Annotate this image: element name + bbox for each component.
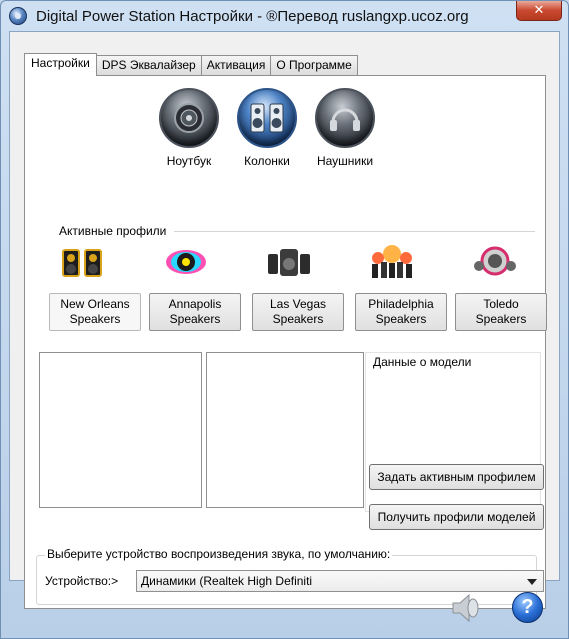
close-button[interactable]: ✕ [516, 1, 562, 21]
jazz-speakers-icon [59, 244, 107, 280]
mode-label: Наушники [316, 154, 374, 168]
profile-label-line2: Speakers [69, 312, 121, 326]
device-select[interactable]: Динамики (Realtek High Definiti [136, 570, 544, 592]
speaker-volume-icon [452, 593, 479, 623]
profile-label-line1: Annapolis [168, 297, 222, 311]
mode-headphones[interactable]: Наушники [305, 88, 385, 168]
active-profiles-label: Активные профили [59, 224, 167, 238]
settings-panel: Ноутбук Колонки Наушники Активные профил… [24, 75, 547, 609]
model-data-label: Данные о модели [373, 355, 472, 369]
profile-las-vegas-button[interactable]: Las Vegas Speakers [252, 293, 344, 331]
profile-philadelphia-button[interactable]: Philadelphia Speakers [355, 293, 447, 331]
divider [174, 231, 535, 232]
models-list[interactable] [39, 352, 202, 508]
device-group-label: Выберите устройство воспроизведения звук… [45, 547, 393, 561]
client-area: Настройки DPS Эквалайзер Активация О Про… [9, 31, 560, 609]
speaker-volume-button[interactable] [447, 590, 483, 626]
window-title: Digital Power Station Настройки - ®Перев… [36, 8, 469, 25]
mode-label: Ноутбук [166, 154, 212, 168]
help-button[interactable]: ? [512, 592, 543, 623]
colorful-speaker-icon [162, 244, 210, 280]
mode-label: Колонки [244, 154, 290, 168]
profile-label-line1: Las Vegas [269, 297, 327, 311]
profile-label-line2: Speakers [272, 312, 324, 326]
profile-toledo-button[interactable]: Toledo Speakers [455, 293, 547, 331]
tab-about[interactable]: О Программе [270, 55, 358, 75]
mode-laptop[interactable]: Ноутбук [149, 88, 229, 168]
profile-label-line2: Speakers [375, 312, 427, 326]
app-window: Digital Power Station Настройки - ®Перев… [0, 0, 569, 639]
profile-label-line2: Speakers [169, 312, 221, 326]
title-bar[interactable]: Digital Power Station Настройки - ®Перев… [1, 1, 568, 31]
subwoofer-speakers-icon [265, 244, 313, 280]
speakers-icon [237, 88, 297, 148]
profile-label-line1: New Orleans [60, 297, 130, 311]
device-select-value: Динамики (Realtek High Definiti [141, 574, 313, 588]
tab-strip: Настройки DPS Эквалайзер Активация О Про… [24, 53, 358, 76]
mode-speakers[interactable]: Колонки [227, 88, 307, 168]
tab-settings[interactable]: Настройки [24, 53, 97, 76]
profile-label-line1: Philadelphia [368, 297, 434, 311]
speaker-icon [159, 88, 219, 148]
set-active-profile-button[interactable]: Задать активным профилем [369, 464, 544, 490]
profile-annapolis-button[interactable]: Annapolis Speakers [149, 293, 241, 331]
app-logo-icon [9, 7, 27, 25]
tab-dps-equalizer[interactable]: DPS Эквалайзер [95, 55, 202, 75]
profile-label-line2: Speakers [475, 312, 527, 326]
headphones-icon [315, 88, 375, 148]
chevron-down-icon[interactable] [527, 579, 537, 585]
get-model-profiles-button[interactable]: Получить профили моделей [369, 504, 544, 530]
tab-activation[interactable]: Активация [200, 55, 272, 75]
profiles-list[interactable] [206, 352, 364, 508]
device-label: Устройство:> [45, 574, 119, 588]
profile-label-line1: Toledo [483, 297, 519, 311]
crowd-icon [368, 244, 416, 280]
profile-new-orleans-button[interactable]: New Orleans Speakers [49, 293, 141, 331]
speaker-set-icon [471, 244, 519, 280]
